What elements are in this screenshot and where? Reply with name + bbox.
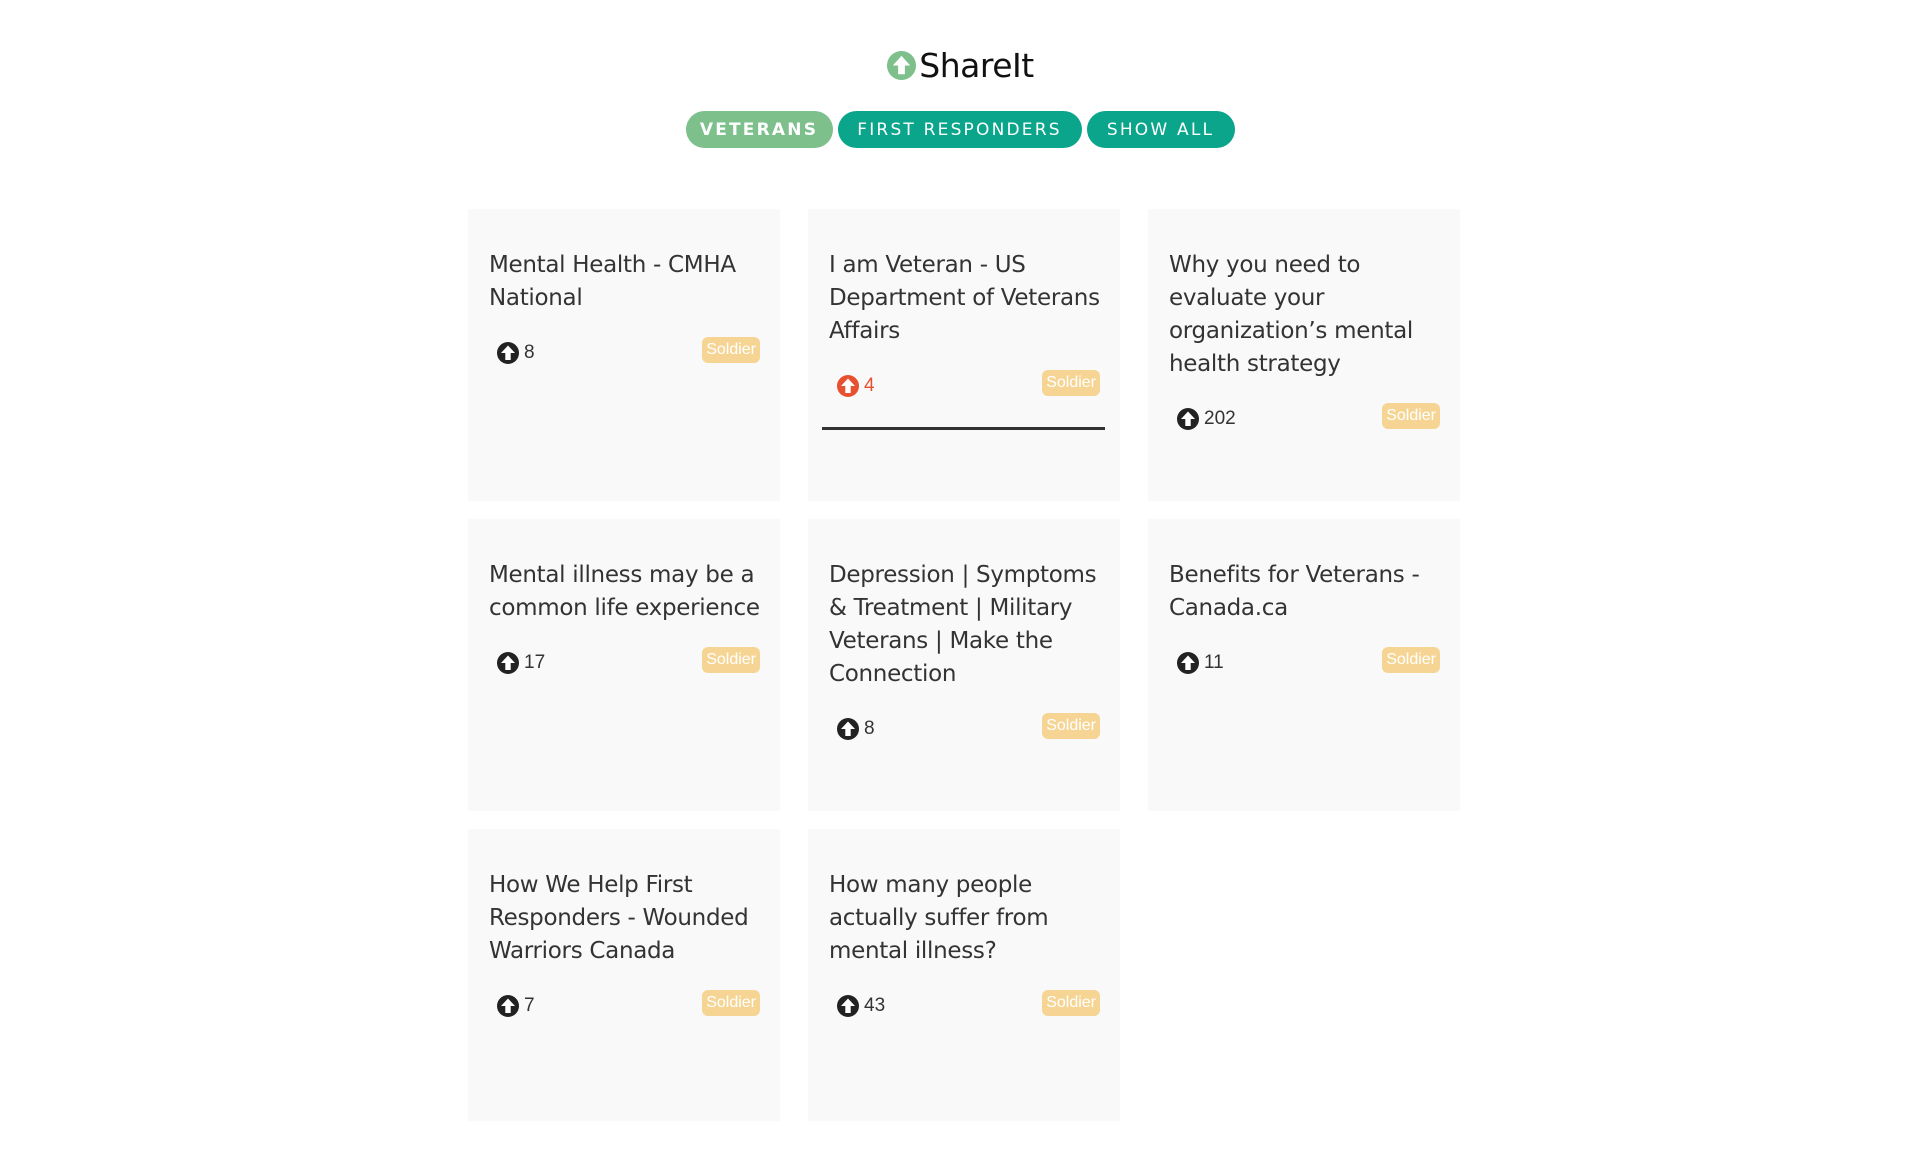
card-title[interactable]: How many people actually suffer from men… [829,869,1100,968]
upvote-icon [837,718,859,740]
category-tag[interactable]: Soldier [1042,713,1100,739]
link-card[interactable]: Benefits for Veterans - Canada.ca 11 Sol… [1148,519,1460,811]
vote-count: 7 [524,995,535,1016]
upvote-icon [1177,652,1199,674]
category-tag[interactable]: Soldier [1042,370,1100,396]
link-card[interactable]: How We Help First Responders - Wounded W… [468,829,780,1121]
category-tag[interactable]: Soldier [702,990,760,1016]
card-title[interactable]: I am Veteran - US Department of Veterans… [829,249,1100,348]
link-card[interactable]: Mental Health - CMHA National 8 Soldier [468,209,780,501]
upvote-button[interactable]: 7 [489,994,535,1018]
category-tag[interactable]: Soldier [1042,990,1100,1016]
filter-bar: VETERANS FIRST RESPONDERS SHOW ALL [0,111,1920,148]
upvote-icon [1177,408,1199,430]
upvote-icon [497,995,519,1017]
card-meta: 17 Soldier [489,647,760,678]
category-tag[interactable]: Soldier [1382,647,1440,673]
upvote-button[interactable]: 202 [1169,407,1236,431]
category-tag[interactable]: Soldier [702,647,760,673]
vote-count: 4 [864,375,875,396]
card-title[interactable]: Why you need to evaluate your organizati… [1169,249,1440,381]
card-meta: 43 Soldier [829,990,1100,1021]
card-meta: 8 Soldier [489,337,760,368]
vote-count: 43 [864,995,886,1016]
card-meta: 11 Soldier [1169,647,1440,678]
filter-show-all-button[interactable]: SHOW ALL [1086,111,1235,148]
link-card[interactable]: Why you need to evaluate your organizati… [1148,209,1460,501]
vote-count: 202 [1204,408,1236,429]
link-card[interactable]: Depression | Symptoms & Treatment | Mili… [808,519,1120,811]
card-meta: 7 Soldier [489,990,760,1021]
filter-first-responders-button[interactable]: FIRST RESPONDERS [837,111,1082,148]
filter-veterans-button[interactable]: VETERANS [685,111,833,148]
card-meta: 202 Soldier [1169,403,1440,434]
card-title[interactable]: Benefits for Veterans - Canada.ca [1169,559,1440,625]
upvote-button[interactable]: 17 [489,651,545,675]
upvote-button[interactable]: 4 [829,374,875,398]
upvote-button[interactable]: 43 [829,994,885,1018]
card-meta: 8 Soldier [829,713,1100,744]
upvote-button[interactable]: 11 [1169,651,1224,675]
card-meta: 4 Soldier [829,370,1100,401]
card-grid: Mental Health - CMHA National 8 Soldier … [468,209,1460,1121]
category-tag[interactable]: Soldier [1382,403,1440,429]
link-card[interactable]: I am Veteran - US Department of Veterans… [808,209,1120,501]
card-title[interactable]: How We Help First Responders - Wounded W… [489,869,760,968]
upvote-button[interactable]: 8 [489,341,535,365]
upvote-logo-icon [887,50,917,81]
upvote-icon [837,375,859,397]
upvote-icon [837,995,859,1017]
link-card[interactable]: How many people actually suffer from men… [808,829,1120,1121]
upvote-icon [497,342,519,364]
vote-count: 8 [864,718,875,739]
vote-count: 11 [1204,652,1224,673]
brand-name: ShareIt [919,46,1034,85]
card-title[interactable]: Depression | Symptoms & Treatment | Mili… [829,559,1100,691]
category-tag[interactable]: Soldier [702,337,760,363]
card-title[interactable]: Mental illness may be a common life expe… [489,559,760,625]
link-card[interactable]: Mental illness may be a common life expe… [468,519,780,811]
upvote-icon [497,652,519,674]
upvote-button[interactable]: 8 [829,717,875,741]
card-title[interactable]: Mental Health - CMHA National [489,249,760,315]
hover-underline [822,427,1105,430]
vote-count: 8 [524,342,535,363]
vote-count: 17 [524,652,546,673]
brand-logo[interactable]: ShareIt [0,46,1920,85]
